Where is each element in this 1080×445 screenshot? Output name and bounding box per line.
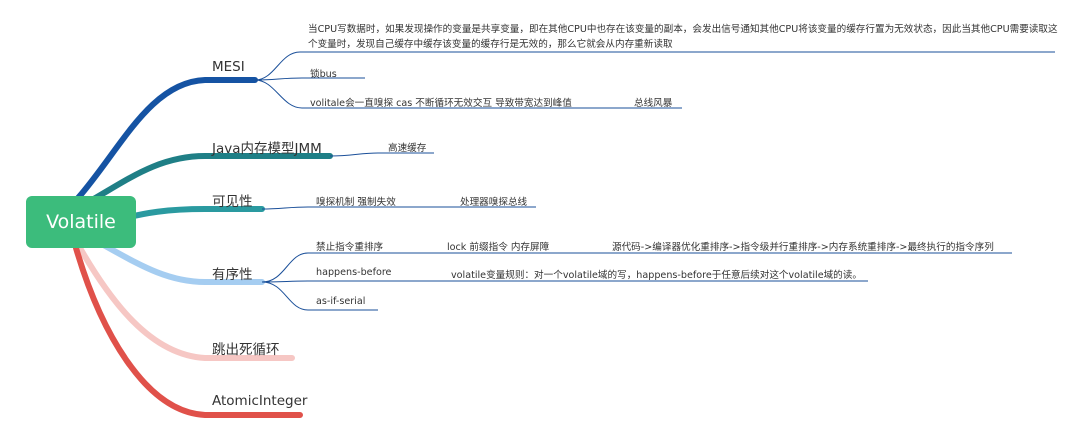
order-child-as-if-serial[interactable]: as-if-serial — [316, 296, 365, 307]
order-sub-connectors — [261, 252, 1012, 311]
order-child-no-reorder[interactable]: 禁止指令重排序 — [316, 239, 383, 253]
branch-connector-atomic — [73, 245, 303, 418]
mesi-grandchild-bus-storm[interactable]: 总线风暴 — [634, 95, 672, 109]
visibility-child-sniff[interactable]: 嗅探机制 强制失效 — [316, 194, 396, 208]
visibility-grandchild-bus[interactable]: 处理器嗅探总线 — [460, 194, 527, 208]
branch-mesi[interactable]: MESI — [212, 59, 245, 75]
order-grandchild-volatile-rule[interactable]: volatile变量规则：对一个volatile域的写，happens-befo… — [451, 267, 862, 281]
mesi-child-description[interactable]: 当CPU写数据时，如果发现操作的变量是共享变量，即在其他CPU中也存在该变量的副… — [308, 22, 1058, 52]
mesi-child-lock-bus[interactable]: 锁bus — [310, 66, 337, 80]
branch-jmm[interactable]: Java内存模型JMM — [212, 137, 322, 157]
branch-atomic[interactable]: AtomicInteger — [212, 393, 307, 409]
order-child-happens-before[interactable]: happens-before — [316, 267, 391, 278]
branch-loop[interactable]: 跳出死循环 — [212, 338, 280, 358]
branch-visibility[interactable]: 可见性 — [212, 190, 253, 210]
order-greatgrandchild-sequence[interactable]: 源代码->编译器优化重排序->指令级并行重排序->内存系统重排序->最终执行的指… — [612, 239, 994, 253]
branch-connector-jmm — [89, 153, 333, 203]
mindmap-connectors — [73, 51, 1055, 418]
branch-order[interactable]: 有序性 — [212, 263, 253, 283]
jmm-child-cache[interactable]: 高速缓存 — [388, 140, 426, 154]
mesi-child-sniffing[interactable]: volitale会一直嗅探 cas 不断循环无效交互 导致带宽达到峰值 — [310, 95, 572, 109]
root-node-volatile[interactable]: Volatile — [26, 196, 136, 248]
order-grandchild-lock-prefix[interactable]: lock 前缀指令 内存屏障 — [447, 239, 549, 253]
